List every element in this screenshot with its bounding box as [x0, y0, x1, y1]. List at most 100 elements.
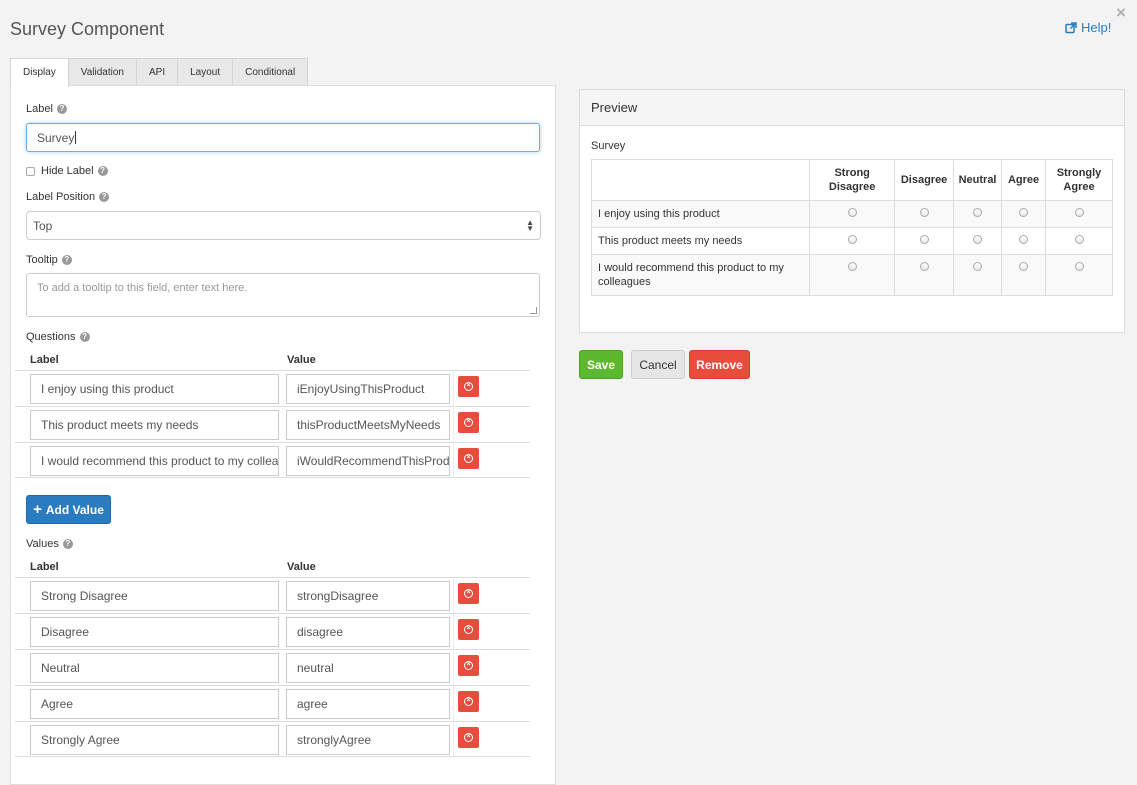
hide-label-label: Hide Label ?: [41, 165, 108, 177]
questions-label: Questions ?: [26, 331, 90, 343]
value-row: Strong Disagree strongDisagree ×: [15, 577, 530, 613]
survey-radio[interactable]: [1019, 235, 1029, 244]
help-label: Help!: [1081, 20, 1112, 35]
value-value-input[interactable]: disagree: [286, 617, 450, 647]
value-label-input[interactable]: Agree: [30, 689, 279, 719]
survey-radio[interactable]: [919, 235, 929, 244]
tooltip-placeholder: To add a tooltip to this field, enter te…: [37, 282, 248, 294]
value-value-input[interactable]: neutral: [286, 653, 450, 683]
value-row: Strongly Agree stronglyAgree ×: [15, 721, 530, 757]
remove-value-button[interactable]: ×: [458, 655, 479, 676]
values-col-value: Value: [287, 561, 316, 573]
values-label: Values ?: [26, 538, 73, 550]
remove-circle-icon: ×: [464, 418, 473, 427]
value-label-input[interactable]: Disagree: [30, 617, 279, 647]
survey-header-row: Strong Disagree Disagree Neutral Agree S…: [590, 159, 1113, 201]
remove-question-button[interactable]: ×: [458, 376, 479, 397]
value-value-input[interactable]: stronglyAgree: [286, 725, 450, 755]
survey-corner-cell: [590, 159, 811, 201]
remove-value-button[interactable]: ×: [458, 691, 479, 712]
survey-radio[interactable]: [847, 208, 857, 217]
label-position-select[interactable]: Top ▲ ▼: [26, 211, 541, 240]
question-row: I enjoy using this product iEnjoyUsingTh…: [15, 370, 530, 406]
resize-handle-icon[interactable]: [530, 307, 537, 314]
remove-value-button[interactable]: ×: [458, 619, 479, 640]
survey-question: I enjoy using this product: [590, 200, 811, 228]
survey-radio[interactable]: [1074, 208, 1084, 217]
hide-label-text: Hide Label: [41, 165, 94, 177]
cancel-button[interactable]: Cancel: [631, 350, 685, 379]
remove-value-button[interactable]: ×: [458, 583, 479, 604]
survey-row: I would recommend this product to my col…: [590, 254, 1113, 296]
tooltip-text: Tooltip: [26, 254, 58, 266]
survey-row: I enjoy using this product: [590, 200, 1113, 228]
survey-radio[interactable]: [973, 262, 983, 271]
save-button[interactable]: Save: [579, 350, 623, 379]
value-value-input[interactable]: agree: [286, 689, 450, 719]
value-label-input[interactable]: Neutral: [30, 653, 279, 683]
help-link[interactable]: Help!: [1065, 20, 1111, 35]
survey-radio[interactable]: [919, 208, 929, 217]
survey-radio[interactable]: [973, 208, 983, 217]
tab-display[interactable]: Display: [10, 58, 69, 87]
value-row: Agree agree ×: [15, 685, 530, 721]
tab-validation[interactable]: Validation: [67, 58, 137, 86]
survey-radio[interactable]: [1019, 262, 1029, 271]
question-icon: ?: [99, 192, 110, 202]
questions-col-label: Label: [30, 354, 59, 366]
question-row: This product meets my needs thisProductM…: [15, 406, 530, 442]
tooltip-label: Tooltip ?: [26, 254, 72, 266]
label-position-text: Label Position: [26, 191, 96, 203]
survey-radio[interactable]: [847, 262, 857, 271]
question-icon: ?: [79, 332, 90, 342]
survey-radio[interactable]: [1019, 208, 1029, 217]
remove-question-button[interactable]: ×: [458, 412, 479, 433]
survey-col-header: Neutral: [953, 159, 1003, 201]
label-input[interactable]: Survey: [26, 123, 540, 152]
question-value-input[interactable]: iWouldRecommendThisProd: [286, 446, 450, 476]
values-col-label: Label: [30, 561, 59, 573]
survey-col-header: Agree: [1001, 159, 1047, 201]
question-value-input[interactable]: thisProductMeetsMyNeeds: [286, 410, 450, 440]
text-cursor: [75, 131, 77, 144]
preview-panel: Preview Survey Strong Disagree Disagree …: [579, 89, 1125, 333]
value-label-input[interactable]: Strong Disagree: [30, 581, 279, 611]
questions-col-value: Value: [287, 354, 316, 366]
tab-conditional[interactable]: Conditional: [232, 58, 309, 86]
question-label-input[interactable]: I would recommend this product to my col…: [30, 446, 279, 476]
remove-value-button[interactable]: ×: [458, 727, 479, 748]
hide-label-checkbox[interactable]: [26, 167, 35, 176]
value-value-input[interactable]: strongDisagree: [286, 581, 450, 611]
question-value-input[interactable]: iEnjoyUsingThisProduct: [286, 374, 450, 404]
tab-api[interactable]: API: [135, 58, 179, 86]
remove-question-button[interactable]: ×: [458, 448, 479, 469]
external-link-icon: [1065, 21, 1077, 33]
survey-radio[interactable]: [919, 262, 929, 271]
survey-radio[interactable]: [1074, 262, 1084, 271]
value-label-input[interactable]: Strongly Agree: [30, 725, 279, 755]
survey-radio[interactable]: [847, 235, 857, 244]
remove-circle-icon: ×: [464, 382, 473, 391]
question-icon: ?: [56, 104, 67, 114]
plus-icon: +: [33, 501, 42, 518]
remove-circle-icon: ×: [464, 454, 473, 463]
values-text: Values: [26, 538, 59, 550]
close-icon[interactable]: ×: [1116, 3, 1126, 23]
tab-layout[interactable]: Layout: [177, 58, 234, 86]
label-field-text: Label: [26, 103, 53, 115]
question-label-input[interactable]: This product meets my needs: [30, 410, 279, 440]
remove-circle-icon: ×: [464, 733, 473, 742]
question-icon: ?: [62, 539, 73, 549]
remove-button[interactable]: Remove: [689, 350, 750, 379]
question-icon: ?: [61, 255, 72, 265]
survey-radio[interactable]: [973, 235, 983, 244]
add-value-button[interactable]: + Add Value: [26, 495, 111, 524]
survey-radio[interactable]: [1074, 235, 1084, 244]
remove-circle-icon: ×: [464, 661, 473, 670]
add-value-label: Add Value: [45, 502, 104, 517]
survey-question: I would recommend this product to my col…: [590, 254, 811, 296]
label-field-label: Label ?: [26, 103, 67, 115]
question-label-input[interactable]: I enjoy using this product: [30, 374, 279, 404]
survey-row: This product meets my needs: [590, 227, 1113, 255]
tooltip-textarea[interactable]: To add a tooltip to this field, enter te…: [26, 273, 540, 317]
